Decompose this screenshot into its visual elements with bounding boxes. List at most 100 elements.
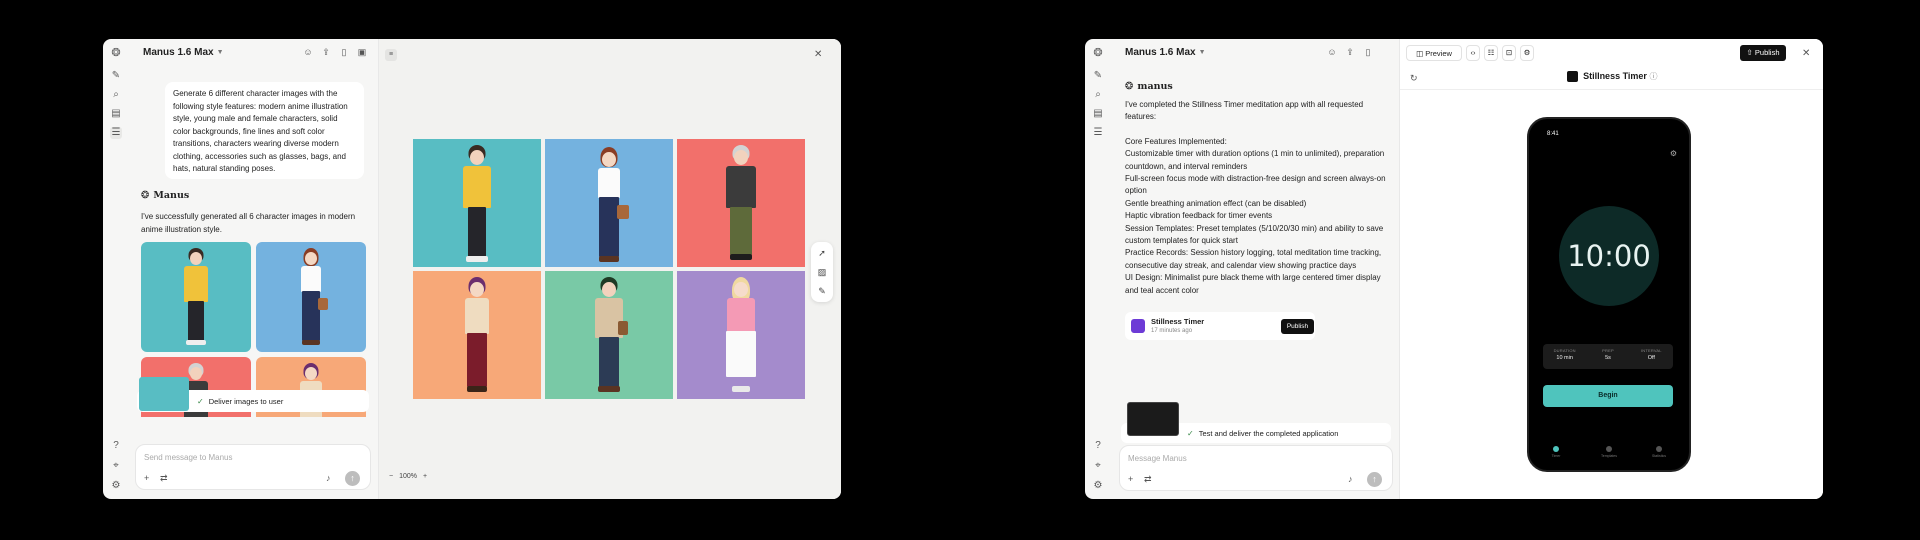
tasks-icon[interactable]: ☰ — [1092, 127, 1104, 139]
zoom-out-button[interactable]: − — [389, 473, 393, 480]
character-figure — [181, 248, 211, 348]
grid-image-2[interactable] — [545, 139, 673, 267]
message-input[interactable]: Message Manus + ⇄ ♪ ↑ — [1119, 445, 1393, 491]
manus-brand: ❂ manus — [1125, 81, 1173, 92]
nav-statistics[interactable]: Statistics — [1647, 446, 1671, 458]
topbar-icons: ☺ ⇪ ▯ — [1327, 47, 1373, 57]
app-preview-panel: ◫ Preview ‹› ☷ ⊡ ⚙ ⇧ Publish ✕ ↻ Stillne… — [1399, 39, 1823, 499]
timer-settings[interactable]: DURATION 10 min PREP 5s INTERVAL Off — [1543, 344, 1673, 369]
settings-gear-icon[interactable]: ⚙ — [1670, 149, 1677, 158]
help-icon[interactable]: ? — [1092, 440, 1104, 452]
close-icon[interactable]: ✕ — [1802, 48, 1810, 59]
chat-image-1[interactable] — [141, 242, 251, 352]
image-icon[interactable]: ▨ — [811, 263, 833, 282]
feature-item: UI Design: Minimalist pure black theme w… — [1125, 273, 1381, 295]
manus-logo-icon[interactable]: ❂ — [1092, 47, 1104, 59]
manus-logo-icon[interactable]: ❂ — [110, 47, 122, 59]
send-button[interactable]: ↑ — [345, 471, 360, 486]
new-task-icon[interactable]: ✎ — [110, 70, 122, 82]
grid-image-3[interactable] — [677, 139, 805, 267]
setting-interval[interactable]: INTERVAL Off — [1630, 344, 1673, 369]
timer-tab-icon — [1553, 446, 1559, 452]
publish-button[interactable]: ⇧ Publish — [1740, 45, 1786, 61]
task-title[interactable]: Manus 1.6 Max ▼ — [1125, 39, 1206, 65]
code-icon[interactable]: ‹› — [1466, 45, 1480, 61]
user-icon[interactable]: ☺ — [303, 47, 313, 57]
location-icon[interactable]: ⌖ — [1092, 460, 1104, 472]
file-icon[interactable]: ▯ — [1363, 47, 1373, 57]
settings-icon[interactable]: ⚙ — [1520, 45, 1534, 61]
plus-icon[interactable]: + — [1128, 474, 1133, 484]
send-button[interactable]: ↑ — [1367, 472, 1382, 487]
setting-duration[interactable]: DURATION 10 min — [1543, 344, 1586, 369]
library-icon[interactable]: ▤ — [1092, 108, 1104, 120]
connector-icon[interactable]: ⇄ — [160, 473, 168, 484]
brand-label: manus — [1137, 81, 1173, 92]
settings-icon[interactable]: ⚙ — [1092, 480, 1104, 492]
setting-value: 10 min — [1556, 355, 1573, 361]
status-thumbnail — [139, 377, 189, 411]
location-icon[interactable]: ⌖ — [110, 460, 122, 472]
statistics-tab-icon — [1656, 446, 1662, 452]
connector-icon[interactable]: ⇄ — [1144, 474, 1152, 485]
begin-button[interactable]: Begin — [1543, 385, 1673, 407]
library-icon[interactable]: ▤ — [110, 108, 122, 120]
search-icon[interactable]: ⌕ — [110, 89, 122, 101]
lock-icon[interactable]: ⊡ — [1502, 45, 1516, 61]
grid-image-4[interactable] — [413, 271, 541, 399]
grid-image-1[interactable] — [413, 139, 541, 267]
grid-image-6[interactable] — [677, 271, 805, 399]
share-icon[interactable]: ⇪ — [1345, 47, 1355, 57]
zoom-control: − 100% + — [389, 473, 427, 480]
setting-key: DURATION — [1553, 348, 1576, 353]
chevron-down-icon: ▼ — [1198, 48, 1206, 56]
tasks-icon[interactable]: ☰ — [110, 127, 122, 139]
setting-prep[interactable]: PREP 5s — [1586, 344, 1629, 369]
user-icon[interactable]: ☺ — [1327, 47, 1337, 57]
close-icon[interactable]: ✕ — [814, 49, 822, 60]
character-figure — [592, 147, 629, 265]
status-step-row[interactable]: ✓ Test and deliver the completed applica… — [1121, 402, 1391, 443]
search-icon[interactable]: ⌕ — [1092, 89, 1104, 101]
nav-templates[interactable]: Templates — [1597, 446, 1621, 458]
app-card[interactable]: Stillness Timer 17 minutes ago Publish — [1125, 312, 1315, 340]
edit-icon[interactable]: ✎ — [811, 282, 833, 301]
database-icon[interactable]: ☷ — [1484, 45, 1498, 61]
mic-icon[interactable]: ♪ — [1348, 474, 1353, 484]
cursor-icon[interactable]: ➚ — [811, 244, 833, 263]
preview-tab[interactable]: ◫ Preview — [1406, 45, 1462, 61]
floating-toolbar: ➚ ▨ ✎ — [811, 242, 833, 302]
preview-label: Preview — [1425, 49, 1452, 58]
setting-value: 5s — [1605, 355, 1611, 361]
share-icon[interactable]: ⇪ — [321, 47, 331, 57]
phone-clock: 8:41 — [1547, 131, 1559, 137]
plus-icon[interactable]: + — [144, 473, 149, 483]
task-title[interactable]: Manus 1.6 Max ▼ — [143, 39, 224, 65]
mic-icon[interactable]: ♪ — [326, 473, 331, 483]
nav-timer[interactable]: Timer — [1549, 446, 1563, 458]
features-heading: Core Features Implemented: — [1125, 136, 1227, 146]
assistant-reply: I've successfully generated all 6 charac… — [141, 212, 356, 234]
timer-display[interactable]: 10:00 — [1559, 206, 1659, 306]
file-icon[interactable]: ▯ — [339, 47, 349, 57]
chevron-down-icon: ▼ — [216, 48, 224, 56]
message-input[interactable]: Send message to Manus + ⇄ ♪ ↑ — [135, 444, 371, 490]
status-thumbnail — [1127, 402, 1179, 436]
zoom-in-button[interactable]: + — [423, 473, 427, 480]
grid-image-5[interactable] — [545, 271, 673, 399]
info-icon[interactable]: ⓘ — [1649, 72, 1657, 81]
feature-item: Full-screen focus mode with distraction-… — [1125, 174, 1386, 196]
assistant-reply: I've completed the Stillness Timer medit… — [1125, 99, 1395, 297]
chat-image-2[interactable] — [256, 242, 366, 352]
card-publish-button[interactable]: Publish — [1281, 319, 1314, 334]
app-icon — [1131, 319, 1145, 333]
setting-value: Off — [1647, 355, 1655, 361]
new-task-icon[interactable]: ✎ — [1092, 70, 1104, 82]
status-step-row[interactable]: ✓ Deliver images to user — [137, 377, 369, 412]
panel-icon[interactable]: ▣ — [357, 47, 367, 57]
image-viewer-panel: ≡ ✕ ➚ ▨ ✎ − 100% + — [378, 39, 841, 499]
settings-icon[interactable]: ⚙ — [110, 480, 122, 492]
help-icon[interactable]: ? — [110, 440, 122, 452]
menu-icon[interactable]: ≡ — [385, 49, 397, 61]
